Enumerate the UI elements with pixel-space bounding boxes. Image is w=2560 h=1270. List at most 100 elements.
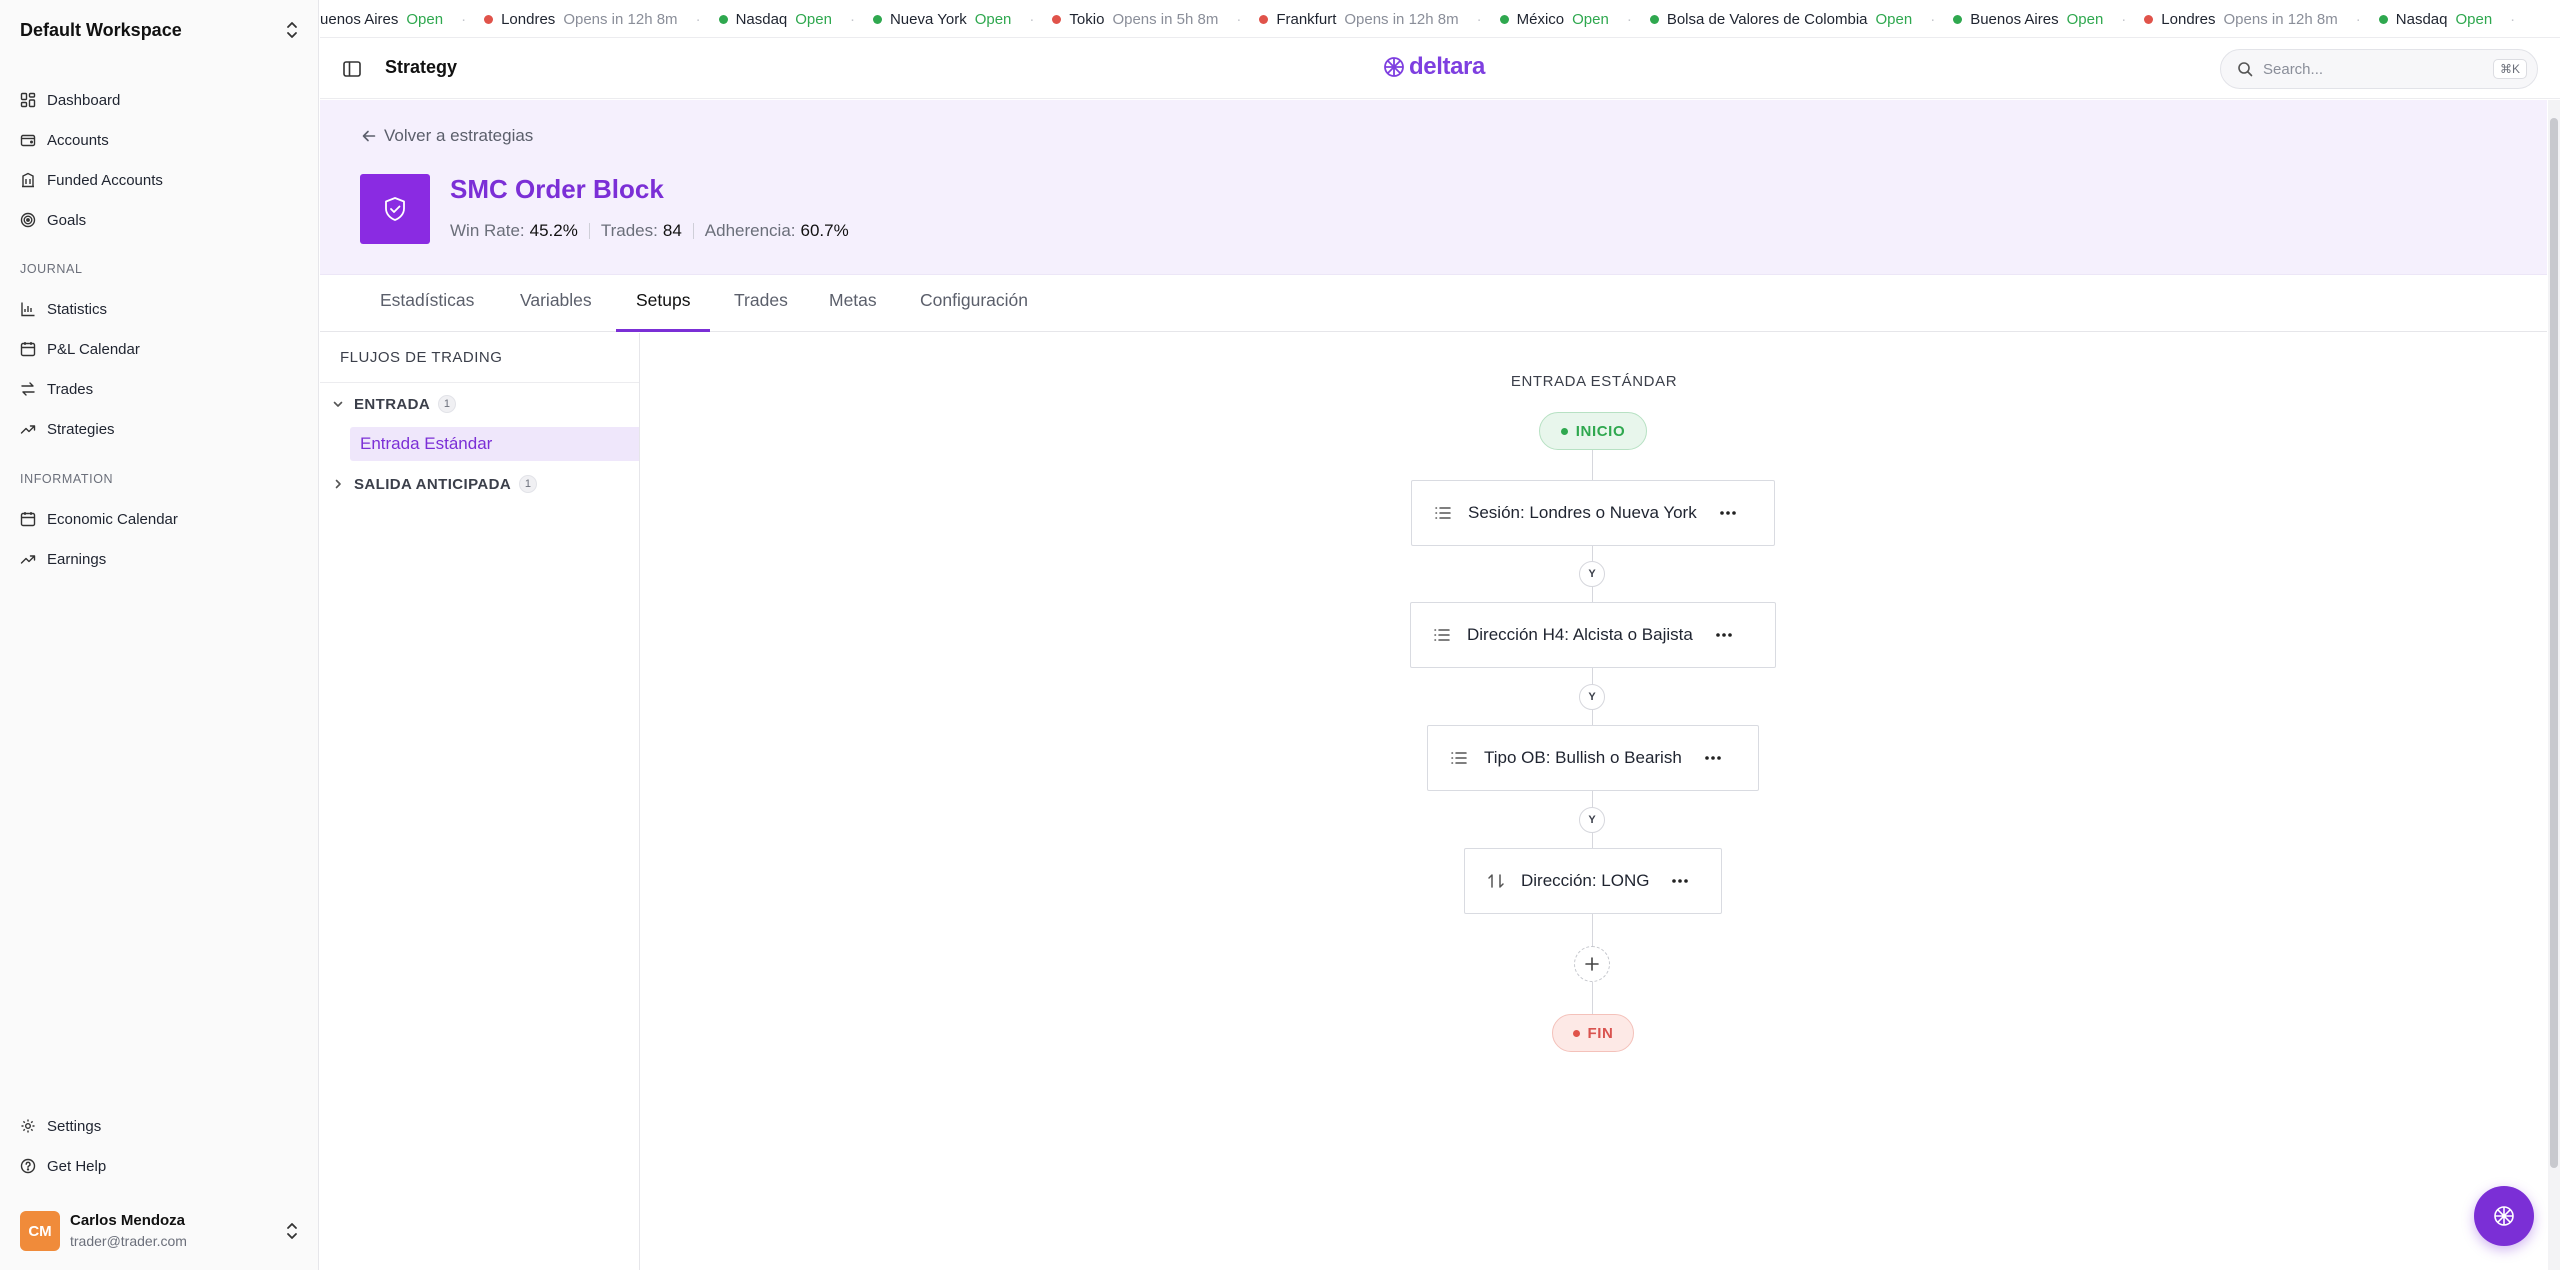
tab-estadisticas[interactable]: Estadísticas xyxy=(380,290,474,332)
sidebar-item-statistics[interactable]: Statistics xyxy=(0,289,319,329)
ticker-separator: · xyxy=(1476,10,1482,28)
arrow-left-icon xyxy=(362,130,376,142)
flow-group-name: ENTRADA xyxy=(354,395,431,413)
sidebar-toggle-icon[interactable] xyxy=(342,59,362,79)
flow-node-direccion[interactable]: Dirección: LONG xyxy=(1464,848,1722,914)
stat-win-rate-value: 45.2% xyxy=(529,221,578,240)
flow-node-direccion-h4[interactable]: Dirección H4: Alcista o Bajista xyxy=(1410,602,1776,668)
list-icon xyxy=(1435,507,1451,519)
list-icon xyxy=(1451,752,1467,764)
ticker-item: Nasdaq Open · xyxy=(718,10,855,28)
trading-flows-panel: FLUJOS DE TRADING ENTRADA 1 Entrada Está… xyxy=(320,333,640,1270)
arrows-up-down-icon xyxy=(1488,874,1504,888)
ticker-separator: · xyxy=(695,10,701,28)
sidebar-item-get-help[interactable]: Get Help xyxy=(0,1146,319,1186)
search-input[interactable]: Search... ⌘K xyxy=(2220,49,2538,89)
user-menu[interactable]: CM Carlos Mendoza trader@trader.com xyxy=(20,1210,300,1252)
market-ticker: Buenos Aires Open · Londres Opens in 12h 8m ·… xyxy=(320,0,2560,38)
market-status: Open xyxy=(1875,10,1913,28)
bar-chart-icon xyxy=(21,302,35,317)
more-horizontal-icon[interactable] xyxy=(1704,755,1722,761)
stat-adherence-value: 60.7% xyxy=(800,221,849,240)
sidebar-item-accounts[interactable]: Accounts xyxy=(0,120,319,160)
flow-group-salida-anticipada[interactable]: SALIDA ANTICIPADA 1 xyxy=(332,475,538,493)
flow-canvas: ENTRADA ESTÁNDAR INICIO Sesión: Londres … xyxy=(641,333,2547,1270)
avatar: CM xyxy=(20,1211,60,1251)
market-name: Nasdaq xyxy=(735,10,788,28)
nav-information: Economic Calendar Earnings xyxy=(0,499,319,579)
flow-group-entrada[interactable]: ENTRADA 1 xyxy=(332,395,457,413)
back-link[interactable]: Volver a estrategias xyxy=(362,126,533,146)
swap-icon xyxy=(21,382,35,396)
ticker-item: México Open · xyxy=(1499,10,1632,28)
tab-trades[interactable]: Trades xyxy=(734,290,788,332)
ticker-separator: · xyxy=(1930,10,1936,28)
strategy-tabs: Estadísticas Variables Setups Trades Met… xyxy=(320,276,2547,332)
market-name: Nasdaq xyxy=(2395,10,2448,28)
brand-logo[interactable]: deltara xyxy=(1383,53,1485,81)
market-name: México xyxy=(1516,10,1565,28)
end-label: FIN xyxy=(1587,1024,1614,1042)
scrollbar-thumb[interactable] xyxy=(2550,118,2558,1168)
sidebar-item-settings[interactable]: Settings xyxy=(0,1106,319,1146)
tab-variables[interactable]: Variables xyxy=(520,290,592,332)
help-icon xyxy=(20,1158,36,1174)
plus-icon xyxy=(1585,957,1599,971)
status-dot xyxy=(2144,14,2154,24)
user-email: trader@trader.com xyxy=(70,1233,187,1249)
sidebar-item-goals[interactable]: Goals xyxy=(0,200,319,240)
ticker-item: Frankfurt Opens in 12h 8m · xyxy=(1259,10,1482,28)
calendar-icon xyxy=(20,342,36,357)
chevron-right-icon xyxy=(335,479,341,489)
more-horizontal-icon[interactable] xyxy=(1715,632,1733,638)
flow-node-sesion[interactable]: Sesión: Londres o Nueva York xyxy=(1411,480,1775,546)
deltara-logo-icon xyxy=(2494,1206,2514,1226)
status-dot xyxy=(1052,14,1062,24)
wallet-icon xyxy=(20,134,36,147)
add-step-button[interactable] xyxy=(1574,946,1610,982)
sidebar-item-label: Funded Accounts xyxy=(47,171,163,189)
gear-icon xyxy=(21,1119,35,1133)
page-title: Strategy xyxy=(385,57,458,77)
ticker-separator: · xyxy=(1626,10,1632,28)
status-dot xyxy=(1499,14,1509,24)
stat-divider xyxy=(588,223,590,239)
sidebar-item-label: Settings xyxy=(47,1117,102,1135)
brand-name: deltara xyxy=(1409,53,1485,80)
ticker-item: Buenos Aires Open · xyxy=(1953,11,2126,28)
workspace-switcher[interactable]: Default Workspace xyxy=(20,14,300,46)
sidebar-item-strategies[interactable]: Strategies xyxy=(0,409,319,449)
sidebar-item-economic-calendar[interactable]: Economic Calendar xyxy=(0,499,319,539)
flow-item-entrada-estandar[interactable]: Entrada Estándar xyxy=(350,427,639,461)
sidebar-item-earnings[interactable]: Earnings xyxy=(0,539,319,579)
sidebar-item-label: Strategies xyxy=(47,420,115,438)
end-pill: FIN xyxy=(1552,1014,1634,1052)
ticker-item: Londres Opens in 12h 8m · xyxy=(484,10,701,28)
flow-group-count: 1 xyxy=(519,475,538,493)
sidebar-item-funded-accounts[interactable]: Funded Accounts xyxy=(0,160,319,200)
sidebar-item-trades[interactable]: Trades xyxy=(0,369,319,409)
nav-main: Dashboard Accounts Funded Accounts Goals xyxy=(0,80,319,240)
flow-node-tipo-ob[interactable]: Tipo OB: Bullish o Bearish xyxy=(1427,725,1759,791)
nav-footer: Settings Get Help xyxy=(0,1106,319,1186)
tab-metas[interactable]: Metas xyxy=(829,290,877,332)
ticker-item: Londres Opens in 12h 8m · xyxy=(2144,11,2361,28)
strategy-header: Volver a estrategias SMC Order Block Win… xyxy=(320,100,2547,275)
assistant-fab-button[interactable] xyxy=(2474,1186,2534,1246)
dashboard-icon xyxy=(20,92,36,108)
status-dot xyxy=(1953,14,1963,24)
more-horizontal-icon[interactable] xyxy=(1671,878,1689,884)
tab-configuracion[interactable]: Configuración xyxy=(920,290,1028,332)
sidebar-item-dashboard[interactable]: Dashboard xyxy=(0,80,319,120)
conjunction-badge: Y xyxy=(1579,807,1605,833)
start-dot xyxy=(1560,427,1568,435)
top-header: Strategy deltara Search... ⌘K xyxy=(320,39,2560,99)
search-icon xyxy=(2238,62,2253,77)
conjunction-badge: Y xyxy=(1579,561,1605,587)
flow-node-label: Dirección H4: Alcista o Bajista xyxy=(1467,625,1693,644)
sidebar-item-label: Goals xyxy=(47,211,87,229)
sidebar-item-pl-calendar[interactable]: P&L Calendar xyxy=(0,329,319,369)
tab-setups[interactable]: Setups xyxy=(616,290,711,332)
market-status: Open xyxy=(2455,10,2493,28)
more-horizontal-icon[interactable] xyxy=(1719,510,1737,516)
